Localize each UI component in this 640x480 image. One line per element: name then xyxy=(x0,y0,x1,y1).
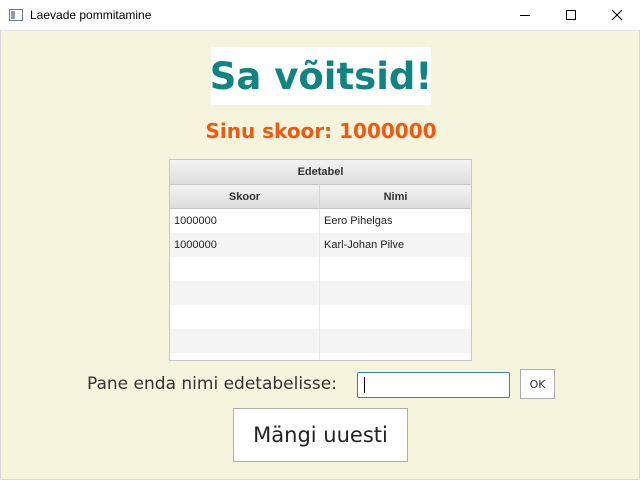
leaderboard-table[interactable]: Edetabel Skoor Nimi 1000000 Eero Pihelga… xyxy=(169,159,472,361)
title-bar: Laevade pommitamine xyxy=(0,0,640,31)
score-cell xyxy=(170,329,320,353)
maximize-button[interactable] xyxy=(548,0,594,30)
name-cell: Eero Pihelgas xyxy=(324,215,393,227)
close-icon xyxy=(611,9,623,21)
close-button[interactable] xyxy=(594,0,640,30)
score-cell: 1000000 xyxy=(170,209,320,233)
score-cell xyxy=(170,257,320,281)
win-heading-box: Sa võitsid! xyxy=(209,47,433,105)
name-entry-label: Pane enda nimi edetabelisse: xyxy=(87,374,337,394)
score-cell xyxy=(170,305,320,329)
name-input[interactable] xyxy=(357,372,510,398)
score-cell xyxy=(170,281,320,305)
window-title: Laevade pommitamine xyxy=(30,8,152,22)
name-cell: Karl-Johan Pilve xyxy=(324,239,405,251)
score-text: Sinu skoor: 1000000 xyxy=(205,119,437,143)
score-cell: 1000000 xyxy=(170,233,320,257)
table-row xyxy=(170,257,471,281)
name-cell xyxy=(320,329,471,353)
win-heading: Sa võitsid! xyxy=(209,54,433,98)
leaderboard-header-row: Skoor Nimi xyxy=(170,185,471,209)
play-again-button[interactable]: Mängi uuesti xyxy=(233,408,408,462)
minimize-button[interactable] xyxy=(502,0,548,30)
maximize-icon xyxy=(566,10,576,20)
leaderboard-title: Edetabel xyxy=(170,160,471,185)
table-row xyxy=(170,353,471,360)
score-display: Sinu skoor: 1000000 xyxy=(1,119,640,143)
name-cell xyxy=(320,257,471,281)
column-header-score[interactable]: Skoor xyxy=(170,185,320,208)
text-caret xyxy=(364,377,365,393)
minimize-icon xyxy=(520,15,530,16)
score-cell xyxy=(170,353,320,360)
column-header-name[interactable]: Nimi xyxy=(320,185,471,208)
app-window-icon xyxy=(9,9,23,21)
table-row xyxy=(170,329,471,353)
table-row xyxy=(170,281,471,305)
name-cell xyxy=(320,353,471,360)
table-row xyxy=(170,305,471,329)
table-row[interactable]: 1000000 Eero Pihelgas xyxy=(170,209,471,233)
table-row[interactable]: 1000000 Karl-Johan Pilve xyxy=(170,233,471,257)
ok-button[interactable]: OK xyxy=(520,369,555,399)
game-over-screen: Sa võitsid! Sinu skoor: 1000000 Edetabel… xyxy=(0,31,640,480)
name-cell xyxy=(320,281,471,305)
name-cell xyxy=(320,305,471,329)
